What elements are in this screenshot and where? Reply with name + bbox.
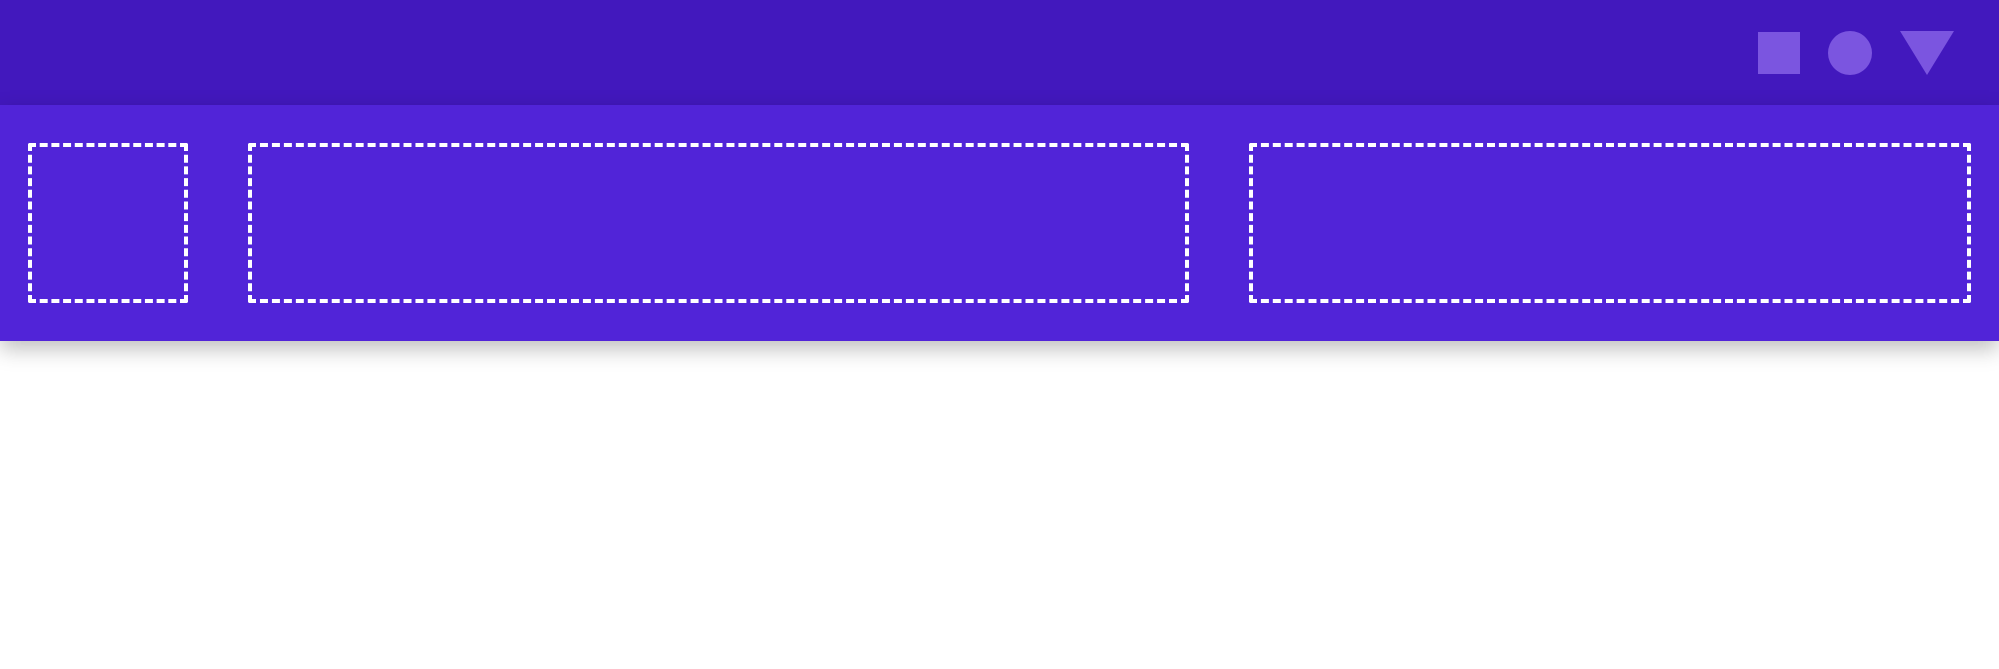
square-icon: [1758, 32, 1800, 74]
actions-slot: [1249, 143, 1971, 303]
nav-icon-slot: [28, 143, 188, 303]
title-slot: [248, 143, 1189, 303]
circle-icon: [1828, 31, 1872, 75]
status-bar: [0, 0, 1999, 105]
triangle-down-icon: [1900, 31, 1954, 75]
app-bar-diagram: [0, 0, 1999, 341]
app-toolbar: [0, 105, 1999, 341]
